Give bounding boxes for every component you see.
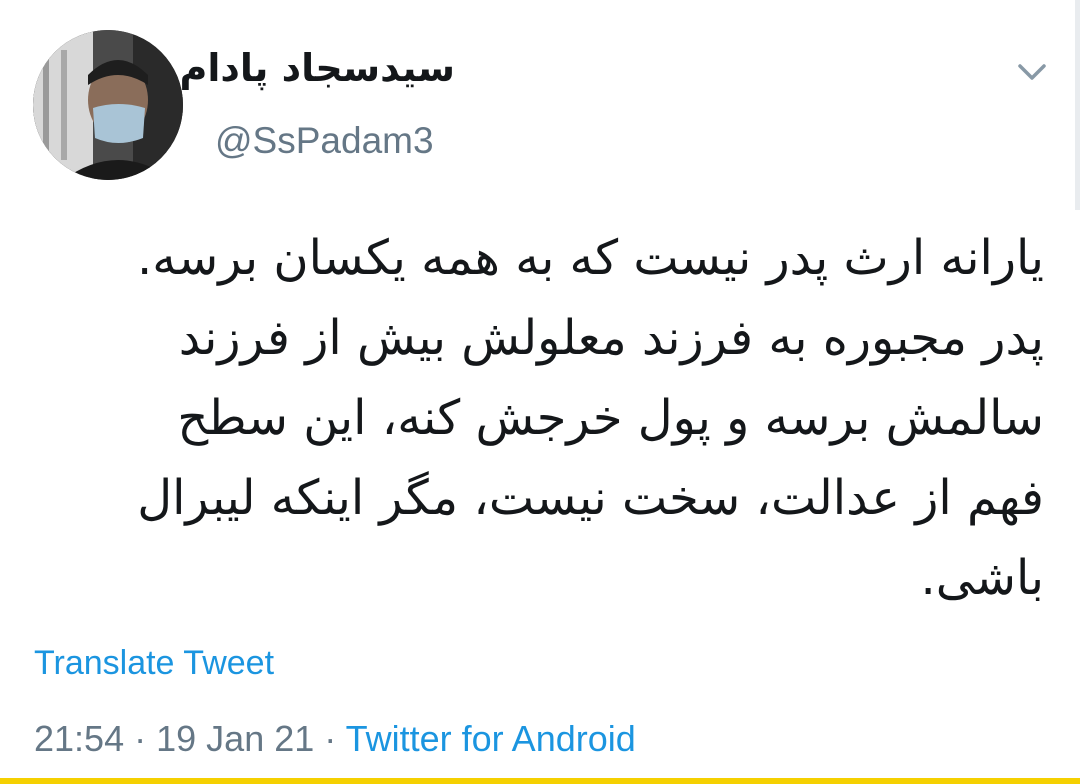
scroll-edge [1075, 0, 1080, 210]
tweet-card: سیدسجاد پادام @SsPadam3 یارانه ارث پدر ن… [0, 0, 1080, 784]
translate-tweet-link[interactable]: Translate Tweet [34, 644, 274, 683]
tweet-text-line: سالمش برسه و پول خرجش کنه، این سطح [177, 390, 1044, 446]
tweet-text-line: پدر مجبوره به فرزند معلولش بیش از فرزند [178, 310, 1044, 366]
avatar-photo [33, 30, 183, 180]
avatar[interactable] [33, 30, 183, 180]
tweet-text: یارانه ارث پدر نیست که به همه یکسان برسه… [34, 218, 1044, 618]
user-handle[interactable]: @SsPadam3 [215, 120, 434, 162]
tweet-time: 21:54 [34, 718, 125, 759]
tweet-text-line: باشی. [920, 550, 1044, 606]
bottom-accent-bar [0, 778, 1080, 784]
meta-separator: · [134, 718, 147, 759]
tweet-source-link[interactable]: Twitter for Android [346, 718, 636, 759]
chevron-down-icon[interactable] [1012, 52, 1052, 92]
tweet-date: 19 Jan 21 [156, 718, 315, 759]
display-name[interactable]: سیدسجاد پادام [180, 46, 456, 90]
tweet-text-line: فهم از عدالت، سخت نیست، مگر اینکه لیبرال [137, 470, 1044, 526]
tweet-text-line: یارانه ارث پدر نیست که به همه یکسان برسه… [137, 230, 1044, 286]
meta-separator: · [324, 718, 337, 759]
tweet-meta: 21:54 · 19 Jan 21 · Twitter for Android [34, 718, 636, 760]
